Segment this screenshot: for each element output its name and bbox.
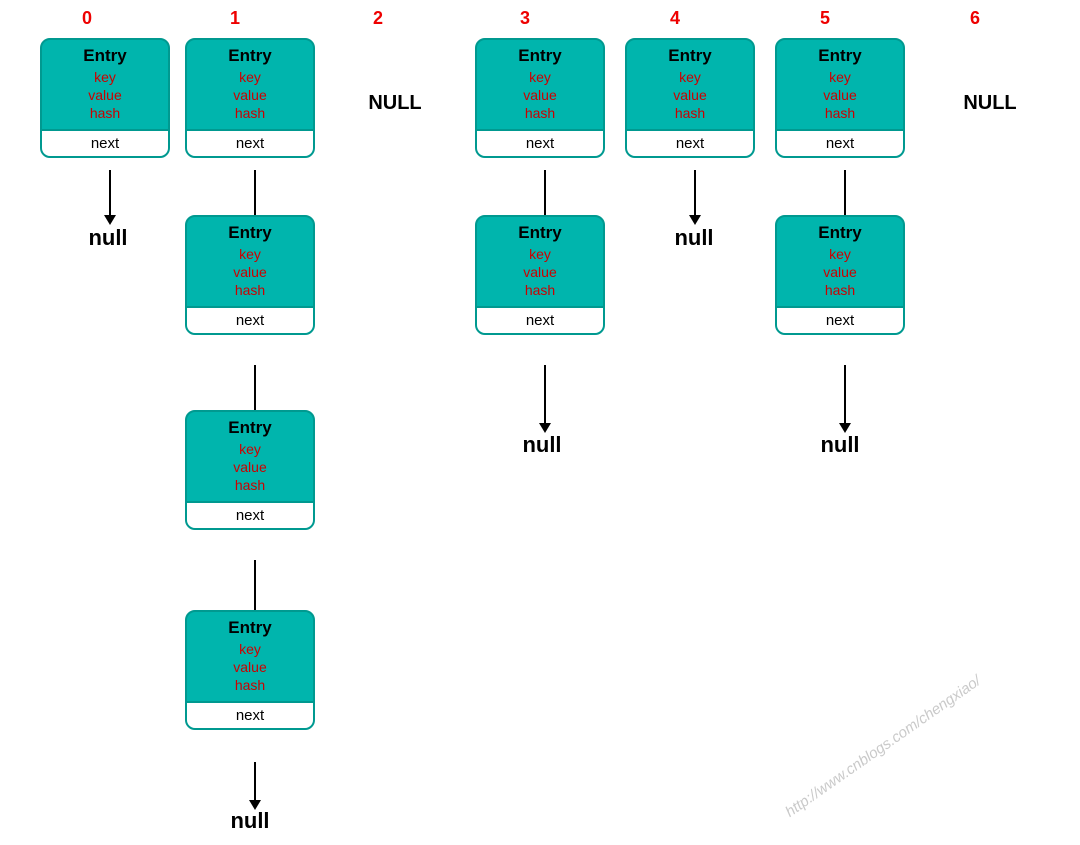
- entry-5-hash: hash: [825, 104, 855, 122]
- chain1-entry-1-key: key: [239, 440, 261, 458]
- null-2: NULL: [330, 38, 460, 168]
- entry-5-next: next: [777, 129, 903, 156]
- chain1-entry-2-title: Entry: [228, 618, 271, 638]
- index-0: 0: [82, 8, 92, 29]
- entry-4-key: key: [679, 68, 701, 86]
- entry-1-title: Entry: [228, 46, 271, 66]
- entry-3-value: value: [523, 86, 556, 104]
- entry-3-title: Entry: [518, 46, 561, 66]
- chain1-entry-2-next: next: [187, 701, 313, 728]
- chain1-entry-2: Entry key value hash next: [185, 610, 315, 730]
- chain1-entry-0-key: key: [239, 245, 261, 263]
- index-6: 6: [970, 8, 980, 29]
- arrow-chain1-2-null: [249, 762, 261, 810]
- chain3-entry-0-hash: hash: [525, 281, 555, 299]
- index-2: 2: [373, 8, 383, 29]
- entry-1: Entry key value hash next: [185, 38, 315, 158]
- chain1-entry-2-value: value: [233, 658, 266, 676]
- entry-0-value: value: [88, 86, 121, 104]
- null-4: null: [654, 225, 734, 251]
- chain1-entry-1: Entry key value hash next: [185, 410, 315, 530]
- index-3: 3: [520, 8, 530, 29]
- chain5-entry-0-title: Entry: [818, 223, 861, 243]
- null-chain5: null: [800, 432, 880, 458]
- entry-4: Entry key value hash next: [625, 38, 755, 158]
- chain1-entry-0-title: Entry: [228, 223, 271, 243]
- null-0: null: [68, 225, 148, 251]
- null-6: NULL: [930, 38, 1050, 168]
- watermark: http://www.cnblogs.com/chengxiao/: [782, 672, 984, 820]
- chain1-entry-2-hash: hash: [235, 676, 265, 694]
- chain3-entry-0-key: key: [529, 245, 551, 263]
- index-1: 1: [230, 8, 240, 29]
- chain3-entry-0: Entry key value hash next: [475, 215, 605, 335]
- arrow-chain5-0-null: [839, 365, 851, 433]
- index-4: 4: [670, 8, 680, 29]
- chain1-entry-1-hash: hash: [235, 476, 265, 494]
- chain1-entry-0-value: value: [233, 263, 266, 281]
- entry-1-key: key: [239, 68, 261, 86]
- entry-5-key: key: [829, 68, 851, 86]
- chain5-entry-0: Entry key value hash next: [775, 215, 905, 335]
- entry-0-hash: hash: [90, 104, 120, 122]
- entry-3-next: next: [477, 129, 603, 156]
- entry-4-next: next: [627, 129, 753, 156]
- diagram: 0 1 2 3 4 5 6 Entry key value hash next …: [0, 0, 1080, 845]
- chain5-entry-0-key: key: [829, 245, 851, 263]
- entry-0: Entry key value hash next: [40, 38, 170, 158]
- null-chain3: null: [502, 432, 582, 458]
- entry-3-hash: hash: [525, 104, 555, 122]
- entry-1-value: value: [233, 86, 266, 104]
- null-6-label: NULL: [963, 92, 1016, 115]
- chain1-entry-1-next: next: [187, 501, 313, 528]
- entry-4-hash: hash: [675, 104, 705, 122]
- entry-1-hash: hash: [235, 104, 265, 122]
- arrow-chain3-0-null: [539, 365, 551, 433]
- entry-3-key: key: [529, 68, 551, 86]
- entry-5-title: Entry: [818, 46, 861, 66]
- entry-4-value: value: [673, 86, 706, 104]
- entry-5-value: value: [823, 86, 856, 104]
- chain1-entry-2-key: key: [239, 640, 261, 658]
- null-2-label: NULL: [368, 92, 421, 115]
- chain1-entry-0-next: next: [187, 306, 313, 333]
- entry-3: Entry key value hash next: [475, 38, 605, 158]
- chain1-entry-0: Entry key value hash next: [185, 215, 315, 335]
- chain5-entry-0-hash: hash: [825, 281, 855, 299]
- chain5-entry-0-next: next: [777, 306, 903, 333]
- chain3-entry-0-value: value: [523, 263, 556, 281]
- entry-0-title: Entry: [83, 46, 126, 66]
- chain5-entry-0-value: value: [823, 263, 856, 281]
- arrow-4-down: [689, 170, 701, 225]
- chain1-entry-1-title: Entry: [228, 418, 271, 438]
- entry-4-title: Entry: [668, 46, 711, 66]
- entry-0-next: next: [42, 129, 168, 156]
- entry-0-key: key: [94, 68, 116, 86]
- chain1-entry-1-value: value: [233, 458, 266, 476]
- chain3-entry-0-next: next: [477, 306, 603, 333]
- null-chain1: null: [210, 808, 290, 834]
- chain3-entry-0-title: Entry: [518, 223, 561, 243]
- index-5: 5: [820, 8, 830, 29]
- entry-1-next: next: [187, 129, 313, 156]
- chain1-entry-0-hash: hash: [235, 281, 265, 299]
- arrow-0-down: [104, 170, 116, 225]
- entry-5: Entry key value hash next: [775, 38, 905, 158]
